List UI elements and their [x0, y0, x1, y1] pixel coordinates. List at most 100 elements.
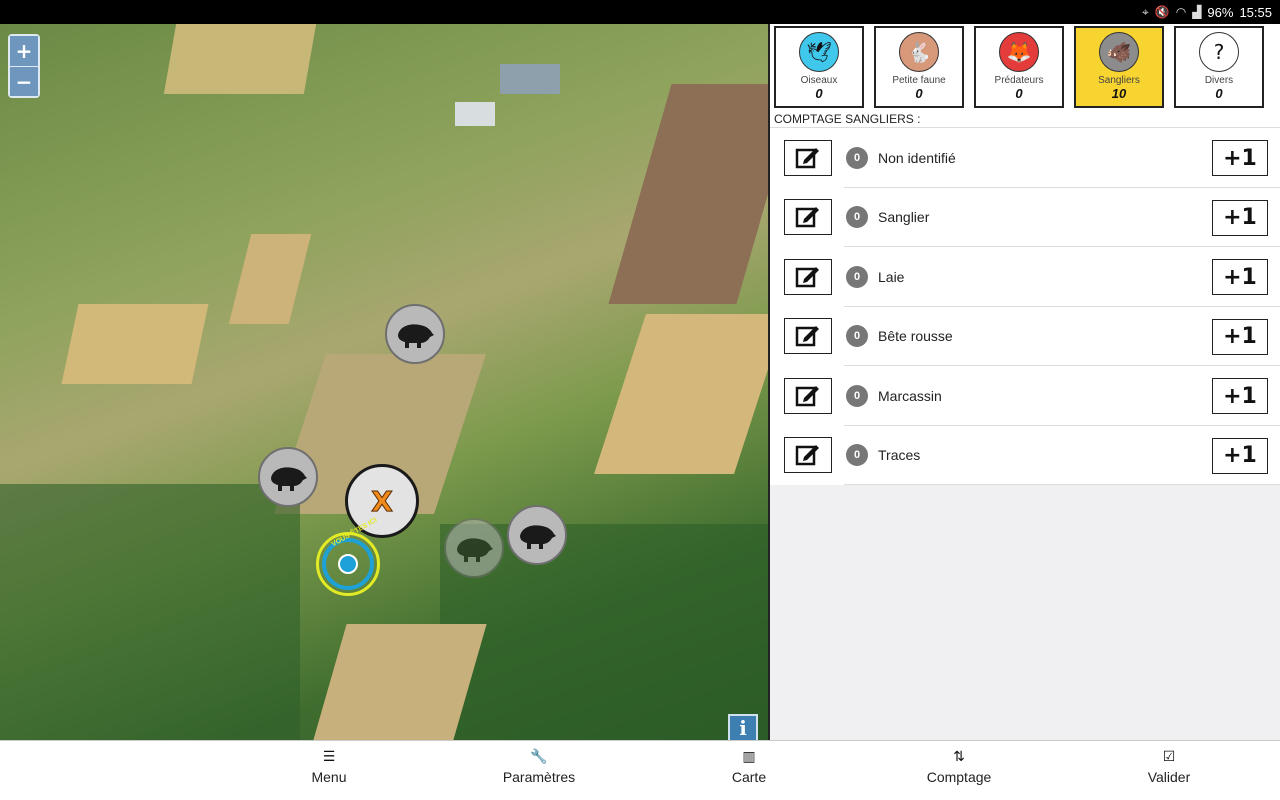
count-badge: 0: [846, 146, 868, 169]
category-count: 10: [1111, 86, 1127, 101]
nav-label: Carte: [731, 769, 767, 785]
clock: 15:55: [1239, 4, 1272, 20]
plus-one-button[interactable]: +1: [1212, 199, 1268, 236]
list-item: 0 Laie +1: [770, 247, 1280, 307]
target-x-label: X: [371, 484, 394, 518]
sort-icon: ⇅: [953, 749, 965, 765]
edit-icon: [795, 266, 819, 287]
count-badge: 0: [846, 325, 868, 348]
boar-icon: 🐗: [1099, 32, 1139, 72]
edit-button[interactable]: [784, 199, 832, 236]
category-count: 0: [815, 86, 823, 101]
check-icon: ☑: [1162, 749, 1176, 765]
boar-icon: [520, 525, 556, 549]
location-dot: [338, 554, 358, 574]
wifi-icon: ◠: [1175, 5, 1187, 19]
field-patch: [228, 234, 312, 324]
edit-button[interactable]: [784, 318, 832, 355]
plus-one-button[interactable]: +1: [1212, 318, 1268, 355]
list-item: 0 Marcassin +1: [770, 366, 1280, 426]
edit-icon: [795, 445, 819, 466]
row-label: Traces: [878, 447, 921, 464]
boar-icon: [398, 324, 434, 348]
row-label: Non identifié: [878, 149, 956, 166]
menu-icon: ☰: [322, 749, 336, 765]
nav-map[interactable]: ▥ Carte: [689, 749, 809, 785]
category-count: 0: [1015, 86, 1023, 101]
edit-icon: [795, 326, 819, 347]
edit-button[interactable]: [784, 437, 832, 474]
nav-wrench[interactable]: 🔧 Paramètres: [479, 749, 599, 785]
category-count: 0: [1215, 86, 1223, 101]
bird-icon: 🕊: [799, 32, 839, 72]
boar-marker[interactable]: [444, 518, 504, 578]
hare-icon: 🐇: [899, 32, 939, 72]
fox-icon: 🦊: [999, 32, 1039, 72]
count-badge: 0: [846, 444, 868, 467]
category-name: Petite faune: [892, 75, 946, 86]
info-button[interactable]: i: [728, 714, 758, 740]
field-patch: [594, 314, 768, 474]
row-label: Laie: [878, 268, 905, 285]
field-patch: [0, 484, 300, 740]
zoom-in-button[interactable]: +: [10, 36, 38, 66]
boar-icon: [457, 538, 493, 562]
edit-button[interactable]: [784, 377, 832, 414]
location-icon: ⌖: [1141, 4, 1149, 19]
list-item: 0 Sanglier +1: [770, 188, 1280, 248]
nav-label: Valider: [1147, 769, 1191, 785]
category-tab-question[interactable]: ? Divers 0: [1174, 26, 1264, 108]
edit-icon: [795, 147, 819, 168]
category-name: Sangliers: [1098, 75, 1140, 86]
category-tab-boar[interactable]: 🐗 Sangliers 10: [1074, 26, 1164, 108]
field-patch: [500, 64, 560, 94]
edit-icon: [795, 207, 819, 228]
category-tabs: 🕊 Oiseaux 0 🐇 Petite faune 0 🦊 Prédateurs 0 🐗 Sang…: [770, 24, 1280, 108]
section-title: COMPTAGE SANGLIERS :: [770, 108, 1280, 128]
field-patch: [163, 24, 317, 94]
count-list: 0 Non identifié +1 0 Sanglier +1 0 Laie +1 0 Bête …: [770, 128, 1280, 485]
question-icon: ?: [1199, 32, 1239, 72]
field-patch: [608, 84, 768, 304]
count-badge: 0: [846, 384, 868, 407]
count-badge: 0: [846, 206, 868, 229]
nav-label: Comptage: [926, 769, 992, 785]
category-name: Oiseaux: [800, 75, 838, 86]
row-label: Sanglier: [878, 209, 930, 226]
category-tab-bird[interactable]: 🕊 Oiseaux 0: [774, 26, 864, 108]
list-item: 0 Non identifié +1: [770, 128, 1280, 188]
boar-marker[interactable]: [385, 304, 445, 364]
list-item: 0 Traces +1: [770, 426, 1280, 486]
map-icon: ▥: [742, 749, 756, 765]
list-item: 0 Bête rousse +1: [770, 307, 1280, 367]
row-label: Marcassin: [878, 387, 942, 404]
status-bar: ⌖ 🔇 ◠ ▟ 96% 15:55: [0, 0, 1280, 24]
plus-one-button[interactable]: +1: [1212, 140, 1268, 176]
map-view[interactable]: + − X VOUS ÊTES ICI i: [0, 24, 768, 740]
category-name: Divers: [1204, 75, 1234, 86]
category-tab-hare[interactable]: 🐇 Petite faune 0: [874, 26, 964, 108]
field-patch: [61, 304, 209, 384]
nav-menu[interactable]: ☰ Menu: [269, 749, 389, 785]
boar-icon: [271, 467, 307, 491]
zoom-out-button[interactable]: −: [10, 66, 38, 96]
nav-sort[interactable]: ⇅ Comptage: [899, 749, 1019, 785]
wrench-icon: 🔧: [530, 749, 548, 765]
plus-one-button[interactable]: +1: [1212, 378, 1268, 414]
boar-marker[interactable]: [258, 447, 318, 507]
nav-check[interactable]: ☑ Valider: [1109, 749, 1229, 785]
category-name: Prédateurs: [994, 75, 1044, 86]
counting-panel: 🕊 Oiseaux 0 🐇 Petite faune 0 🦊 Prédateurs 0 🐗 Sang…: [768, 24, 1280, 740]
zoom-control: + −: [8, 34, 40, 98]
field-patch: [455, 102, 495, 126]
plus-one-button[interactable]: +1: [1212, 259, 1268, 295]
edit-button[interactable]: [784, 258, 832, 295]
category-count: 0: [915, 86, 923, 101]
edit-button[interactable]: [784, 139, 832, 176]
mute-icon: 🔇: [1154, 5, 1170, 19]
plus-one-button[interactable]: +1: [1212, 437, 1268, 474]
category-tab-fox[interactable]: 🦊 Prédateurs 0: [974, 26, 1064, 108]
boar-marker[interactable]: [507, 505, 567, 565]
signal-icon: ▟: [1192, 5, 1202, 19]
edit-icon: [795, 385, 819, 406]
